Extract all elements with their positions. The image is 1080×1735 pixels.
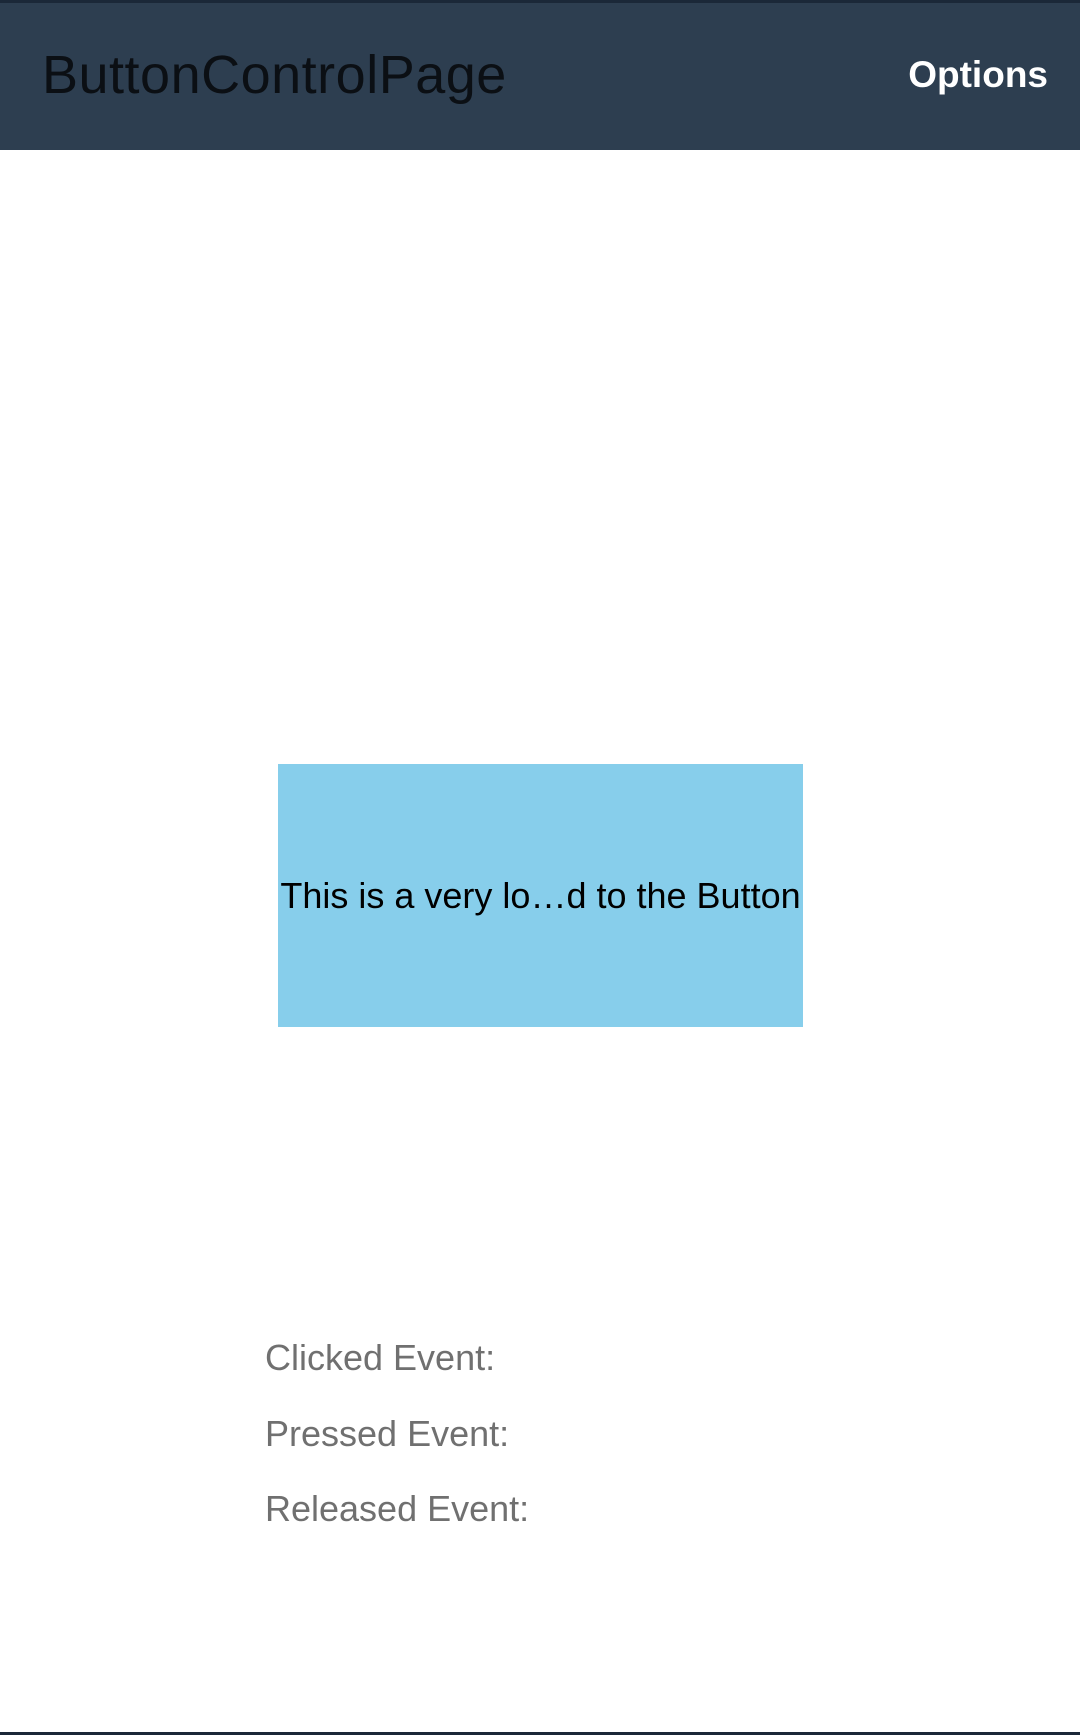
main-button[interactable]: This is a very lo…d to the Button [278, 764, 803, 1027]
pressed-event-label: Pressed Event: [265, 1413, 510, 1454]
released-event-label: Released Event: [265, 1488, 530, 1529]
toolbar: ButtonControlPage Options [0, 0, 1080, 150]
options-menu-button[interactable]: Options [908, 53, 1048, 97]
main-button-label: This is a very lo…d to the Button [280, 874, 801, 916]
page-content: This is a very lo…d to the Button [0, 150, 1080, 1735]
clicked-event-label: Clicked Event: [265, 1337, 496, 1378]
app-root: ButtonControlPage Options This is a very… [0, 0, 1080, 1735]
page-title: ButtonControlPage [42, 45, 507, 105]
